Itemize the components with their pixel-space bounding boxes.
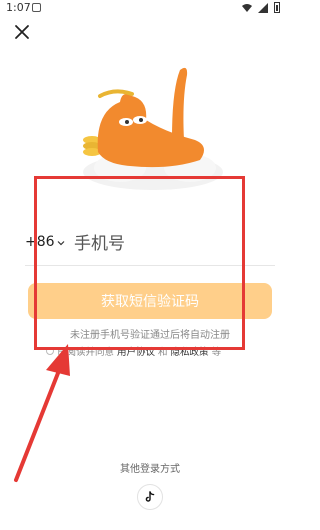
- country-code-selector[interactable]: +86: [25, 234, 65, 250]
- get-sms-code-button[interactable]: 获取短信验证码: [28, 283, 272, 319]
- get-sms-code-label: 获取短信验证码: [101, 294, 199, 310]
- chevron-down-icon: [57, 241, 64, 246]
- phone-number-input[interactable]: [72, 228, 271, 260]
- agreement-prefix: 已阅读并同意: [57, 347, 115, 358]
- other-login-label: 其他登录方式: [120, 464, 180, 475]
- status-indicators: [242, 2, 280, 13]
- agreement-suffix: 等: [211, 347, 222, 358]
- country-code-label: +86: [25, 234, 55, 250]
- auto-register-hint: 未注册手机号验证通过后将自动注册: [70, 330, 230, 341]
- tiktok-icon: [145, 491, 155, 502]
- user-agreement-link[interactable]: 用户协议: [117, 344, 155, 358]
- agreement-and: 和: [158, 347, 168, 358]
- agreement-row: 已阅读并同意 用户协议 和 隐私政策 等: [46, 344, 276, 358]
- mascot-illustration: [83, 67, 223, 190]
- agreement-checkbox[interactable]: [46, 347, 54, 355]
- tiktok-login-button[interactable]: [137, 484, 163, 510]
- notification-app-icon: [32, 3, 41, 12]
- status-bar: 1:07: [0, 0, 300, 16]
- close-icon[interactable]: [14, 24, 30, 40]
- phone-divider: [25, 265, 275, 266]
- phone-row: +86: [25, 228, 275, 260]
- battery-icon: [274, 2, 280, 13]
- annotation-highlight-box: [34, 176, 245, 350]
- wifi-icon: [242, 3, 252, 12]
- privacy-policy-link[interactable]: 隐私政策: [171, 344, 209, 358]
- signal-icon: [258, 2, 268, 13]
- status-time: 1:07: [6, 1, 31, 14]
